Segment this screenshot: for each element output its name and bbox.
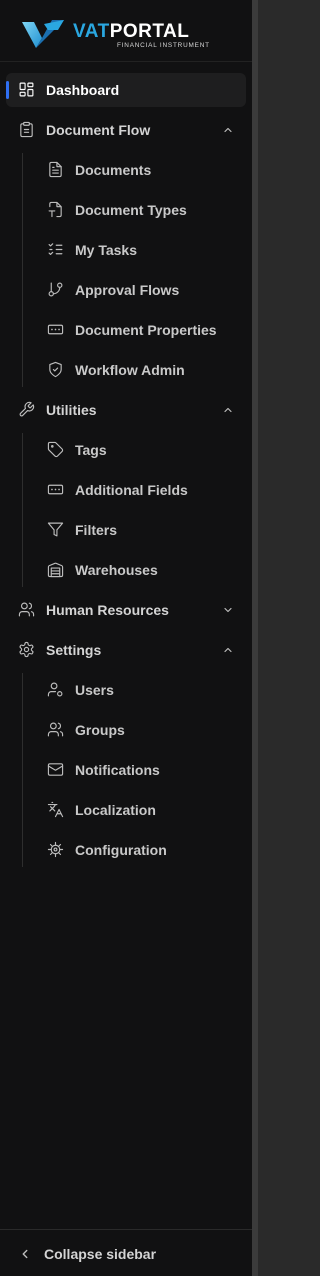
- nav-my-tasks-label: My Tasks: [75, 242, 137, 258]
- shield-check-icon: [49, 361, 62, 378]
- file-type-icon: [48, 201, 62, 218]
- nav-groups-label: Groups: [75, 722, 125, 738]
- brand-name: VATPORTAL: [73, 21, 190, 42]
- gear-icon: [19, 641, 34, 658]
- header-divider: [0, 61, 252, 62]
- wrench-icon: [19, 401, 35, 417]
- chevron-left-icon: [22, 1249, 28, 1259]
- users-icon: [47, 722, 64, 737]
- nav-tags-label: Tags: [75, 442, 107, 458]
- nav-additional-fields-label: Additional Fields: [75, 482, 188, 498]
- nav-document-properties-label: Document Properties: [75, 322, 217, 338]
- chevron-up-icon[interactable]: [222, 404, 234, 416]
- cog-icon: [47, 841, 64, 858]
- nav-dashboard-label: Dashboard: [46, 82, 120, 98]
- nav-document-properties[interactable]: Document Properties: [35, 313, 246, 347]
- nav-notifications-label: Notifications: [75, 762, 160, 778]
- nav-dashboard[interactable]: Dashboard: [6, 73, 246, 107]
- nav-groups[interactable]: Groups: [35, 713, 246, 747]
- nav-localization[interactable]: Localization: [35, 793, 246, 827]
- nav-utilities-label: Utilities: [46, 402, 97, 418]
- nav-workflow-admin-label: Workflow Admin: [75, 362, 185, 378]
- nav-utilities[interactable]: Utilities: [6, 393, 246, 427]
- user-cog-icon: [47, 682, 63, 697]
- scrollbar[interactable]: [252, 0, 258, 1276]
- nav-document-flow-label: Document Flow: [46, 122, 151, 138]
- tree-line: [22, 673, 23, 867]
- nav-configuration-label: Configuration: [75, 842, 167, 858]
- nav-filters[interactable]: Filters: [35, 513, 246, 547]
- nav-users[interactable]: Users: [35, 673, 246, 707]
- nav-human-resources[interactable]: Human Resources: [6, 593, 246, 627]
- chevron-up-icon[interactable]: [222, 644, 234, 656]
- clipboard-icon: [20, 121, 33, 138]
- nav-workflow-admin[interactable]: Workflow Admin: [35, 353, 246, 387]
- nav-additional-fields[interactable]: Additional Fields: [35, 473, 246, 507]
- warehouse-icon: [47, 562, 64, 578]
- mail-icon: [47, 763, 64, 776]
- nav-settings[interactable]: Settings: [6, 633, 246, 667]
- nav-notifications[interactable]: Notifications: [35, 753, 246, 787]
- brand-logo[interactable]: VATPORTAL FINANCIAL INSTRUMENT: [22, 16, 212, 50]
- chevron-down-icon[interactable]: [222, 604, 234, 616]
- grid-icon: [19, 82, 34, 97]
- nav-document-types-label: Document Types: [75, 202, 187, 218]
- nav-users-label: Users: [75, 682, 114, 698]
- nav-filters-label: Filters: [75, 522, 118, 538]
- footer-divider: [0, 1229, 252, 1230]
- funnel-icon: [47, 522, 64, 537]
- nav-documents-label: Documents: [75, 162, 152, 178]
- nav-tags[interactable]: Tags: [35, 433, 246, 467]
- nav-approval-flows[interactable]: Approval Flows: [35, 273, 246, 307]
- tag-icon: [47, 441, 64, 458]
- rectangle-ellipsis-icon: [47, 484, 64, 495]
- sidebar: VATPORTAL FINANCIAL INSTRUMENT Dashboard…: [0, 0, 253, 1276]
- tree-line: [22, 153, 23, 387]
- collapse-sidebar-label: Collapse sidebar: [44, 1246, 157, 1262]
- vatportal-logo-mark: [22, 20, 64, 48]
- nav-approval-flows-label: Approval Flows: [75, 282, 180, 298]
- nav-documents[interactable]: Documents: [35, 153, 246, 187]
- nav-document-flow[interactable]: Document Flow: [6, 113, 246, 147]
- tree-line: [22, 433, 23, 587]
- file-text-icon: [49, 161, 62, 178]
- nav-warehouses[interactable]: Warehouses: [35, 553, 246, 587]
- nav-my-tasks[interactable]: My Tasks: [35, 233, 246, 267]
- nav-document-types[interactable]: Document Types: [35, 193, 246, 227]
- git-branch-icon: [48, 282, 63, 297]
- chevron-up-icon[interactable]: [222, 124, 234, 136]
- list-checks-icon: [48, 243, 63, 256]
- nav-localization-label: Localization: [75, 802, 156, 818]
- users-icon: [18, 602, 35, 617]
- nav-human-resources-label: Human Resources: [46, 602, 169, 618]
- collapse-sidebar-button[interactable]: Collapse sidebar: [6, 1238, 246, 1270]
- nav-warehouses-label: Warehouses: [75, 562, 158, 578]
- languages-icon: [47, 801, 64, 818]
- active-indicator: [6, 81, 9, 99]
- nav-settings-label: Settings: [46, 642, 102, 658]
- nav-configuration[interactable]: Configuration: [35, 833, 246, 867]
- brand-tagline: FINANCIAL INSTRUMENT: [117, 42, 210, 49]
- rectangle-ellipsis-icon: [47, 324, 64, 335]
